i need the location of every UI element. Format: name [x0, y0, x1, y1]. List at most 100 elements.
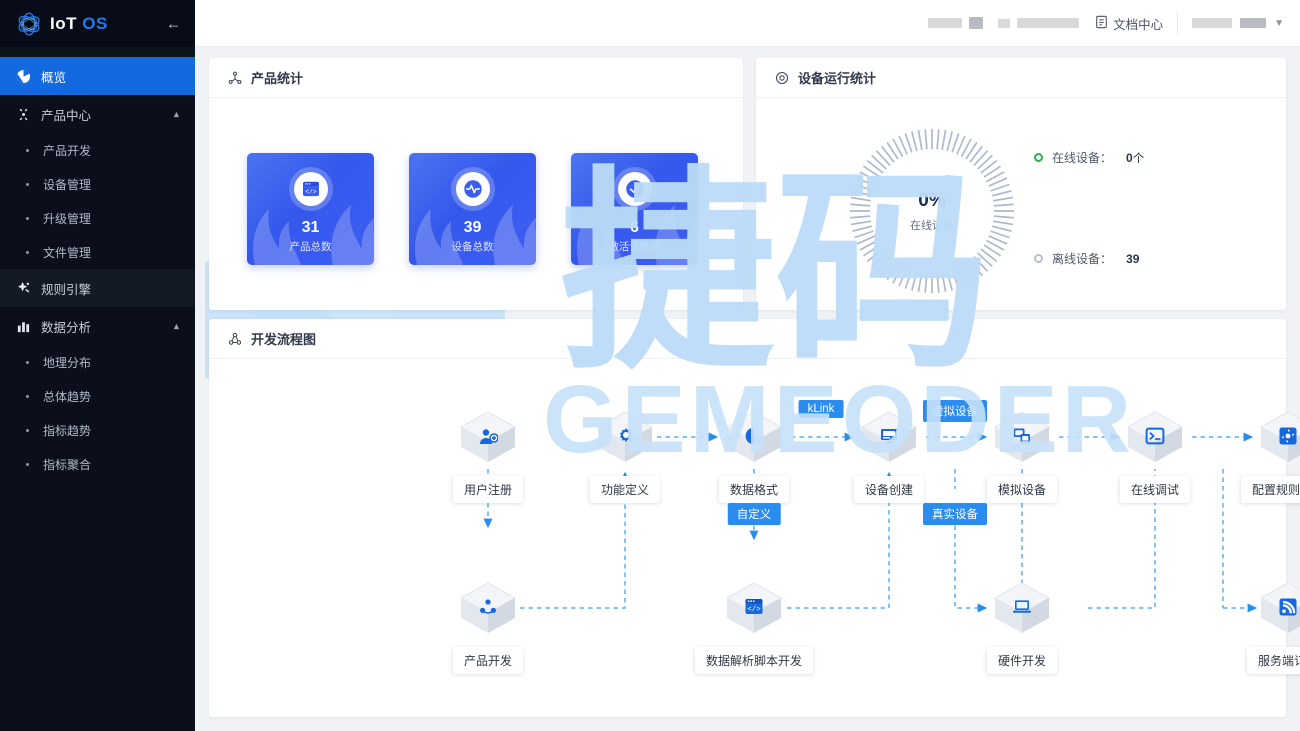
code-window-icon: </> [294, 172, 328, 206]
flowchart-title: 开发流程图 [251, 329, 316, 348]
sidebar-subitem-overall-trend[interactable]: 总体趋势 [0, 379, 195, 413]
sidebar-subitem-metric-trend[interactable]: 指标趋势 [0, 413, 195, 447]
sidebar-subitem-geo-distribution[interactable]: 地理分布 [0, 345, 195, 379]
brand-name-primary: IoT [50, 14, 77, 33]
app-root: IoT OS ← 概览 产品中心 ▼ 产品开 [0, 0, 1300, 731]
product-statistics-title: 产品统计 [251, 68, 303, 87]
flow-node-n9[interactable] [457, 577, 519, 639]
header-redacted-group [928, 17, 1079, 29]
sidebar-item-label: 规则引擎 [41, 279, 181, 298]
sidebar-subitem-label: 升级管理 [43, 210, 91, 227]
flow-node-n6[interactable] [1124, 406, 1186, 468]
redacted-username-2 [1240, 18, 1266, 28]
legend-online-unit: 个 [1133, 150, 1145, 166]
flow-node-label[interactable]: 在线调试 [1120, 476, 1190, 503]
sidebar-subitem-label: 产品开发 [43, 142, 91, 159]
nav-spacer [0, 47, 195, 57]
sidebar-subitem-label: 总体趋势 [43, 388, 91, 405]
stat-value: 39 [464, 219, 482, 237]
devices-icon [1011, 425, 1033, 447]
flow-node-n2[interactable] [594, 406, 656, 468]
device-runtime-title: 设备运行统计 [798, 68, 876, 87]
sidebar-item-overview[interactable]: 概览 [0, 57, 195, 95]
flow-node-label[interactable]: 硬件开发 [987, 647, 1057, 674]
flow-node-n5[interactable] [991, 406, 1053, 468]
stat-card-device-total[interactable]: 39 设备总数 [409, 153, 536, 265]
bullet-icon [26, 251, 29, 254]
svg-text:</>: </> [747, 606, 761, 614]
flow-edge-tag: kLink [799, 400, 844, 418]
sidebar-item-data-analysis[interactable]: 数据分析 ▼ [0, 307, 195, 345]
user-menu[interactable]: ▼ [1192, 18, 1284, 29]
main-area: 文档中心 ▼ [195, 0, 1300, 731]
flow-node-n7[interactable] [1257, 406, 1300, 468]
bullet-icon [26, 361, 29, 364]
data-analysis-icon [14, 318, 32, 334]
doc-center-link[interactable]: 文档中心 [1095, 14, 1163, 33]
flow-node-label[interactable]: 用户注册 [453, 476, 523, 503]
sidebar-item-product-center[interactable]: 产品中心 ▼ [0, 95, 195, 133]
stat-label: 产品总数 [290, 239, 332, 254]
flow-node-label[interactable]: 产品开发 [453, 647, 523, 674]
target-icon [774, 70, 790, 86]
stat-card-group: </> 31 产品总数 [247, 153, 698, 265]
rss-icon [1277, 596, 1299, 618]
flow-node-n12[interactable] [1257, 577, 1300, 639]
online-status-dot [1034, 153, 1043, 162]
flow-node-label[interactable]: 设备创建 [854, 476, 924, 503]
flow-icon [227, 331, 243, 347]
top-header: 文档中心 ▼ [195, 0, 1300, 47]
sidebar-item-label: 数据分析 [41, 317, 172, 336]
sidebar-subitem-upgrade-management[interactable]: 升级管理 [0, 201, 195, 235]
chevron-down-icon[interactable]: ▼ [1274, 18, 1284, 29]
stat-card-activated-devices[interactable]: 6 激活设备数 [571, 153, 698, 265]
stat-value: 6 [630, 219, 639, 237]
flow-node-label[interactable]: 功能定义 [590, 476, 660, 503]
rule-engine-icon [14, 280, 32, 296]
pie-chart-icon [743, 425, 765, 447]
sidebar-item-rule-engine[interactable]: 规则引擎 [0, 269, 195, 307]
sidebar-subitem-product-development[interactable]: 产品开发 [0, 133, 195, 167]
sidebar-item-label: 概览 [41, 67, 181, 86]
sidebar-subitem-device-management[interactable]: 设备管理 [0, 167, 195, 201]
svg-text:</>: </> [305, 188, 316, 195]
code-window-icon: </> [743, 596, 765, 618]
bullet-icon [26, 395, 29, 398]
flow-node-n10[interactable]: </> [723, 577, 785, 639]
flow-node-label[interactable]: 服务端订阅 [1247, 647, 1300, 674]
bullet-icon [26, 217, 29, 220]
legend-offline-label: 离线设备： [1052, 250, 1112, 267]
bullet-icon [26, 183, 29, 186]
flow-node-label[interactable]: 数据格式 [719, 476, 789, 503]
flow-node-n3[interactable] [723, 406, 785, 468]
brand-name-secondary: OS [82, 14, 108, 33]
header-divider [1177, 12, 1178, 34]
product-center-icon [14, 106, 32, 122]
flow-node-label[interactable]: 数据解析脚本开发 [695, 647, 813, 674]
brand-logo-bar[interactable]: IoT OS ← [0, 0, 195, 47]
flow-node-n4[interactable] [858, 406, 920, 468]
legend-online-label: 在线设备： [1052, 149, 1112, 166]
monitor-icon [878, 425, 900, 447]
gear-search-icon [614, 425, 636, 447]
flow-node-label[interactable]: 模拟设备 [987, 476, 1057, 503]
gauge-percent: 0% [918, 190, 945, 212]
arrow-left-icon[interactable]: ← [166, 16, 181, 31]
stat-card-product-total[interactable]: </> 31 产品总数 [247, 153, 374, 265]
sidebar-subitem-label: 指标趋势 [43, 422, 91, 439]
redacted-text-4 [1017, 18, 1079, 28]
flow-node-label[interactable]: 配置规则引擎 [1241, 476, 1300, 503]
legend-offline: 离线设备： 39 [1034, 250, 1139, 267]
sidebar-subitem-file-management[interactable]: 文件管理 [0, 235, 195, 269]
flowchart-canvas: 用户注册功能定义数据格式设备创建模拟设备在线调试配置规则引擎应用接入产品开发</… [209, 359, 1286, 717]
sidebar-subitem-metric-aggregation[interactable]: 指标聚合 [0, 447, 195, 481]
redacted-text-3 [998, 19, 1010, 28]
flow-node-n1[interactable] [457, 406, 519, 468]
bullet-icon [26, 429, 29, 432]
terminal-icon [1144, 425, 1166, 447]
stat-label: 激活设备数 [608, 239, 661, 254]
bullet-icon [26, 463, 29, 466]
flow-node-n11[interactable] [991, 577, 1053, 639]
user-add-icon [477, 425, 499, 447]
legend-online-value: 0 [1126, 151, 1133, 165]
